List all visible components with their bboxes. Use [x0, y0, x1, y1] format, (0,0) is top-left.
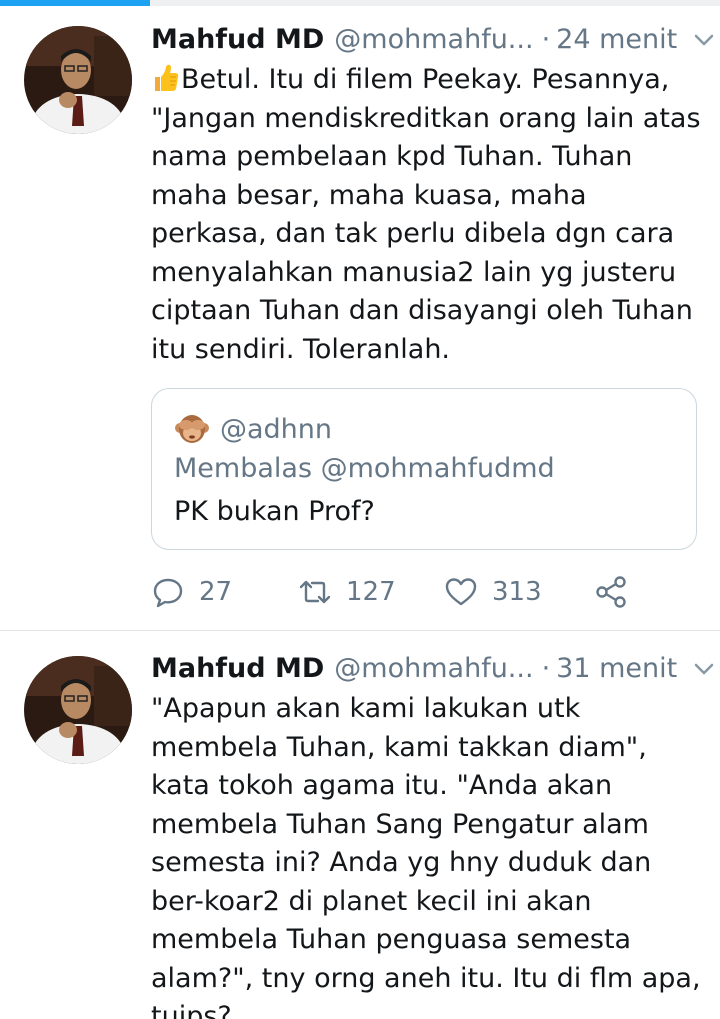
retweet-button[interactable]: 127: [298, 572, 396, 612]
tweet-actions: 27 127 313: [151, 572, 711, 612]
quoted-reply-to: Membalas @mohmahfudmd: [174, 453, 555, 484]
avatar[interactable]: [24, 26, 132, 134]
like-button[interactable]: 313: [444, 572, 542, 612]
avatar[interactable]: [24, 656, 132, 764]
separator-dot: ·: [541, 653, 551, 684]
tweet-header: Mahfud MD @mohmahfu... · 31 menit: [151, 652, 714, 686]
retweet-count: 127: [346, 577, 396, 607]
tweet[interactable]: Mahfud MD @mohmahfu... · 31 menit "Apapu…: [0, 631, 720, 1019]
reply-icon: [153, 578, 183, 608]
quoted-tweet[interactable]: @adhnn Membalas @mohmahfudmd PK bukan Pr…: [151, 388, 697, 550]
tweet-content: Mahfud MD @mohmahfu... · 24 menit Betul.…: [151, 23, 714, 369]
tweet-time[interactable]: 24 menit: [556, 23, 677, 57]
tweet-text: "Apapun akan kami lakukan utk membela Tu…: [151, 693, 701, 1019]
thumbs-up-icon: [151, 63, 179, 93]
chevron-down-icon[interactable]: [691, 27, 717, 53]
tweet-header: Mahfud MD @mohmahfu... · 24 menit: [151, 23, 714, 57]
quoted-user: @adhnn: [174, 411, 332, 447]
chevron-down-icon[interactable]: [691, 656, 717, 682]
tweet[interactable]: Mahfud MD @mohmahfu... · 24 menit Betul.…: [0, 6, 720, 630]
tweet-text-container: Betul. Itu di filem Peekay. Pesannya, "J…: [151, 61, 701, 369]
tweet-time[interactable]: 31 menit: [556, 652, 677, 686]
quoted-text: PK bukan Prof?: [174, 496, 375, 527]
tweet-text: Betul. Itu di filem Peekay. Pesannya, "J…: [151, 64, 701, 365]
tweet-content: Mahfud MD @mohmahfu... · 31 menit "Apapu…: [151, 652, 714, 1019]
heart-icon: [445, 578, 477, 606]
separator-dot: ·: [541, 24, 551, 55]
share-button[interactable]: [594, 572, 628, 612]
author-handle[interactable]: @mohmahfu...: [334, 652, 533, 686]
author-handle[interactable]: @mohmahfu...: [334, 23, 533, 57]
retweet-icon: [299, 580, 331, 604]
quoted-handle[interactable]: @adhnn: [220, 414, 332, 445]
like-count: 313: [492, 577, 542, 607]
author-name[interactable]: Mahfud MD: [151, 652, 324, 686]
author-name[interactable]: Mahfud MD: [151, 23, 324, 57]
reply-count: 27: [199, 577, 233, 607]
share-icon: [596, 576, 626, 608]
see-no-evil-monkey-icon: [174, 412, 210, 446]
reply-button[interactable]: 27: [151, 572, 232, 612]
